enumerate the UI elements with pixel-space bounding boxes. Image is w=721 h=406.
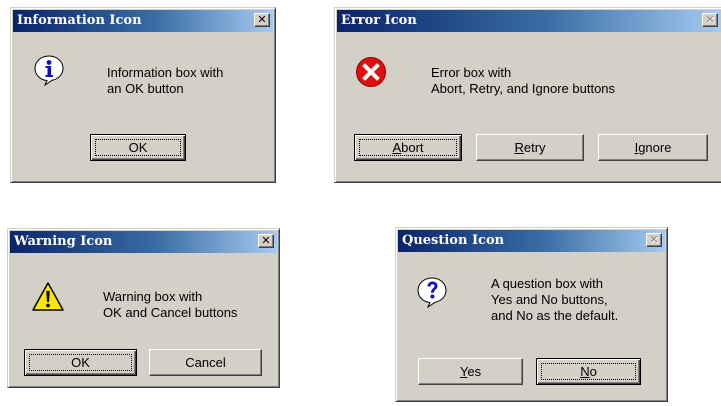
button-label-rest: o bbox=[589, 364, 597, 379]
warning-icon bbox=[32, 282, 64, 311]
message-text: Error box with Abort, Retry, and Ignore … bbox=[431, 65, 616, 96]
ok-button[interactable]: OK bbox=[90, 134, 186, 161]
dialog-title: Warning Icon bbox=[14, 234, 113, 249]
close-button[interactable]: ✕ bbox=[254, 13, 270, 27]
button-label: Cancel bbox=[185, 355, 226, 370]
button-label-rest: etry bbox=[523, 140, 546, 155]
dialog-title: Error Icon bbox=[341, 13, 417, 28]
close-button[interactable]: ✕ bbox=[646, 233, 662, 247]
yes-button[interactable]: Yes bbox=[418, 358, 523, 385]
question-icon bbox=[417, 277, 447, 308]
warning-dialog: Warning Icon ✕ Warning box with OK and C… bbox=[7, 228, 280, 388]
accelerator-key: N bbox=[580, 364, 590, 379]
close-button[interactable]: ✕ bbox=[258, 234, 274, 248]
button-label-rest: bort bbox=[401, 140, 424, 155]
button-label: Retry bbox=[514, 140, 545, 155]
error-icon bbox=[356, 57, 386, 87]
message-text: Information box with an OK button bbox=[107, 65, 224, 96]
close-icon: ✕ bbox=[705, 13, 715, 26]
button-label-rest: es bbox=[467, 364, 482, 379]
button-label: No bbox=[580, 364, 597, 379]
button-label: OK bbox=[128, 140, 148, 155]
message-text: Warning box with OK and Cancel buttons bbox=[103, 289, 238, 320]
ignore-button[interactable]: Ignore bbox=[598, 134, 708, 161]
button-label: Abort bbox=[392, 140, 423, 155]
accelerator-key: R bbox=[514, 140, 524, 155]
close-icon: ✕ bbox=[649, 233, 659, 246]
dialog-title: Information Icon bbox=[17, 13, 142, 28]
information-icon bbox=[34, 55, 64, 86]
message-text: A question box with Yes and No buttons, … bbox=[491, 276, 619, 323]
error-dialog-titlebar[interactable]: Error Icon ✕ bbox=[337, 10, 721, 32]
dialog-title: Question Icon bbox=[402, 233, 505, 248]
cancel-button[interactable]: Cancel bbox=[149, 349, 262, 376]
button-label: Yes bbox=[460, 364, 481, 379]
button-label-rest: gnore bbox=[638, 140, 672, 155]
close-icon: ✕ bbox=[261, 234, 271, 247]
information-dialog-titlebar[interactable]: Information Icon ✕ bbox=[13, 10, 273, 32]
ok-button[interactable]: OK bbox=[24, 349, 137, 376]
retry-button[interactable]: Retry bbox=[476, 134, 584, 161]
warning-dialog-titlebar[interactable]: Warning Icon ✕ bbox=[10, 231, 277, 253]
close-icon: ✕ bbox=[257, 13, 267, 26]
button-label: Ignore bbox=[635, 140, 672, 155]
button-label: OK bbox=[71, 355, 90, 370]
close-button[interactable]: ✕ bbox=[702, 13, 718, 27]
question-dialog-titlebar[interactable]: Question Icon ✕ bbox=[398, 230, 665, 252]
accelerator-key: A bbox=[392, 140, 402, 155]
information-dialog: Information Icon ✕ Information box with … bbox=[10, 7, 276, 183]
abort-button[interactable]: Abort bbox=[354, 134, 462, 161]
no-button[interactable]: No bbox=[536, 358, 641, 385]
question-dialog: Question Icon ✕ A question box with Yes … bbox=[395, 227, 668, 402]
error-dialog: Error Icon ✕ Error box with Abort, Retry… bbox=[334, 7, 721, 183]
